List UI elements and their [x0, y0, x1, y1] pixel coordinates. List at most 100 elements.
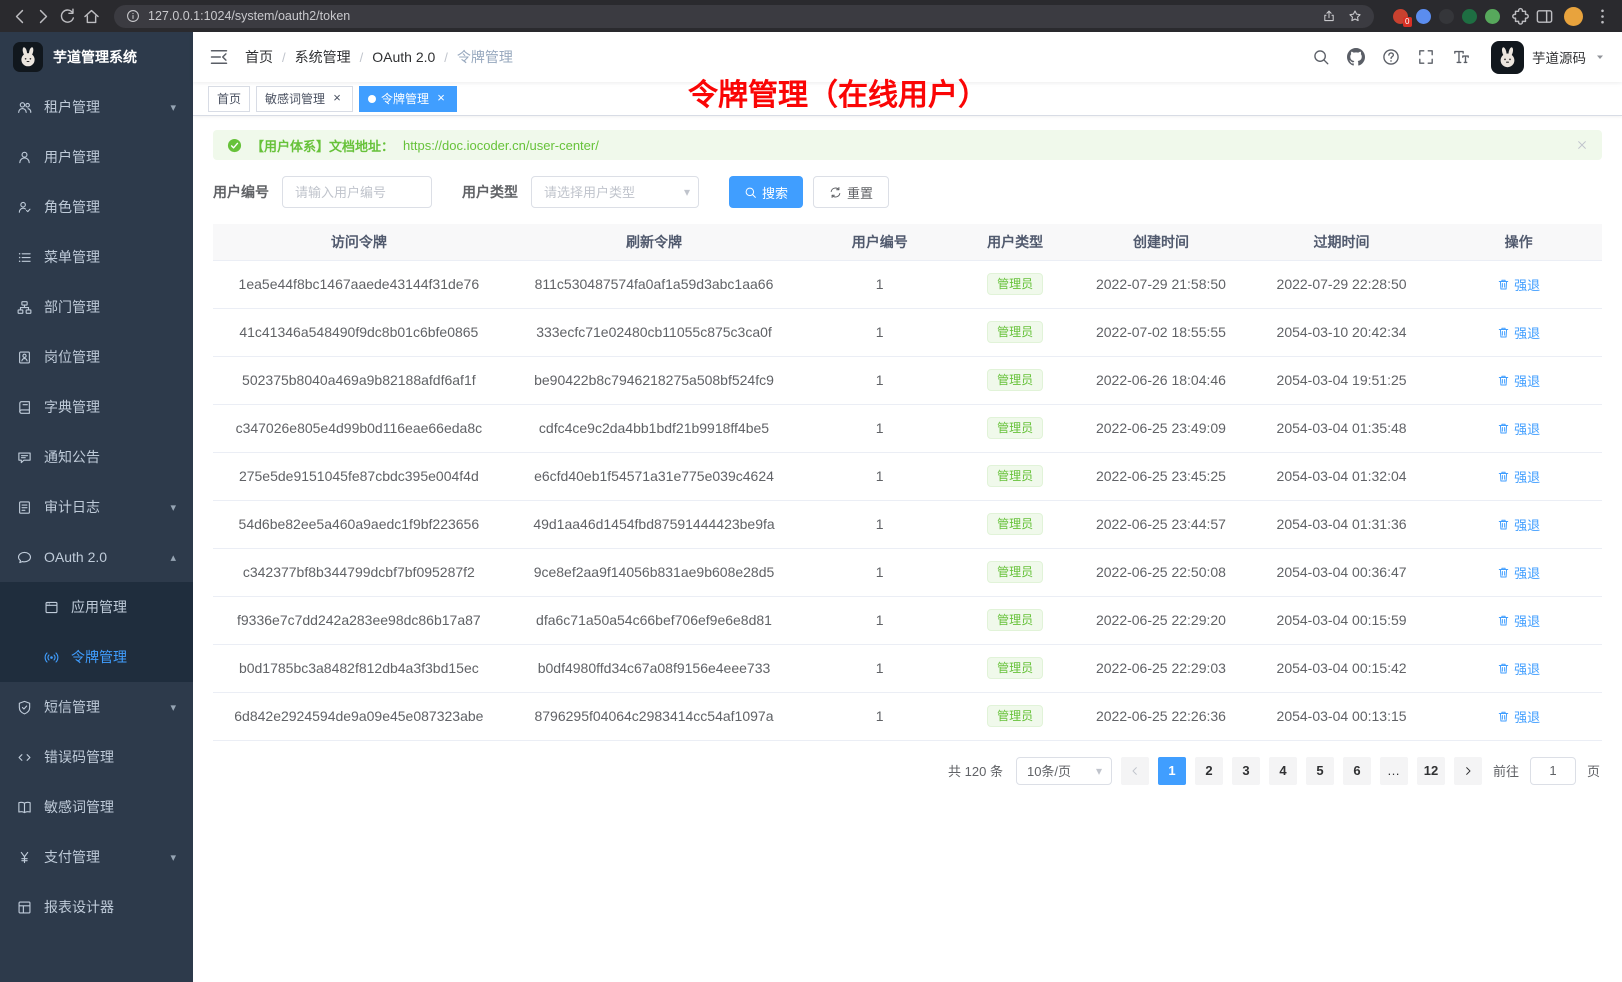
- breadcrumb-item[interactable]: 系统管理: [295, 47, 351, 67]
- delete-icon: [1497, 422, 1510, 435]
- search-icon[interactable]: [1312, 48, 1330, 66]
- user-type-badge: 管理员: [987, 465, 1043, 487]
- next-page-button[interactable]: [1454, 757, 1482, 785]
- refresh-token-cell: be90422b8c7946218275a508bf524fc9: [505, 356, 804, 404]
- force-logout-button[interactable]: 强退: [1497, 275, 1540, 294]
- side-panel-icon[interactable]: [1535, 7, 1554, 26]
- create-time-cell: 2022-06-25 23:44:57: [1074, 500, 1248, 548]
- force-logout-label: 强退: [1514, 707, 1540, 726]
- github-icon[interactable]: [1347, 48, 1365, 66]
- access-token-cell: 41c41346a548490f9dc8b01c6bfe0865: [213, 308, 505, 356]
- expire-time-cell: 2054-03-04 00:36:47: [1248, 548, 1436, 596]
- user-id-cell: 1: [803, 692, 956, 740]
- extensions-puzzle-icon[interactable]: [1511, 7, 1530, 26]
- sidebar-item[interactable]: OAuth 2.0 ▴: [0, 532, 193, 582]
- breadcrumb-item[interactable]: 首页: [245, 47, 273, 67]
- forward-icon[interactable]: [34, 7, 53, 26]
- sidebar-item[interactable]: 角色管理: [0, 182, 193, 232]
- tab[interactable]: 令牌管理 ×: [359, 86, 457, 112]
- force-logout-button[interactable]: 强退: [1497, 707, 1540, 726]
- sidebar-item[interactable]: 部门管理: [0, 282, 193, 332]
- force-logout-button[interactable]: 强退: [1497, 659, 1540, 678]
- font-size-icon[interactable]: [1452, 48, 1470, 66]
- sidebar-item[interactable]: 菜单管理: [0, 232, 193, 282]
- sidebar-item[interactable]: 岗位管理: [0, 332, 193, 382]
- force-logout-button[interactable]: 强退: [1497, 371, 1540, 390]
- force-logout-button[interactable]: 强退: [1497, 467, 1540, 486]
- page-button[interactable]: 12: [1417, 757, 1445, 785]
- search-button[interactable]: 搜索: [729, 176, 803, 208]
- sidebar-item[interactable]: 支付管理 ▾: [0, 832, 193, 882]
- page-button[interactable]: 1: [1158, 757, 1186, 785]
- sidebar-item-label: 短信管理: [44, 697, 100, 717]
- user-id-input[interactable]: [282, 176, 432, 208]
- extension-icon[interactable]: [1439, 9, 1454, 24]
- tab-close-icon[interactable]: ×: [330, 92, 344, 106]
- page-size-select[interactable]: 10条/页 ▾: [1016, 757, 1112, 785]
- profile-avatar[interactable]: [1564, 7, 1583, 26]
- page-button[interactable]: 2: [1195, 757, 1223, 785]
- alert-close-icon[interactable]: [1576, 139, 1588, 151]
- home-icon[interactable]: [82, 7, 101, 26]
- page-button[interactable]: 6: [1343, 757, 1371, 785]
- site-info-icon[interactable]: [126, 9, 140, 23]
- sidebar-item[interactable]: 错误码管理: [0, 732, 193, 782]
- delete-icon: [1497, 566, 1510, 579]
- access-token-cell: 6d842e2924594de9a09e45e087323abe: [213, 692, 505, 740]
- back-icon[interactable]: [10, 7, 29, 26]
- share-icon[interactable]: [1322, 9, 1336, 23]
- user-menu[interactable]: 芋道源码: [1491, 41, 1606, 74]
- tab[interactable]: 首页 ×: [208, 86, 250, 112]
- page-button[interactable]: 4: [1269, 757, 1297, 785]
- extension-icon[interactable]: [1485, 9, 1500, 24]
- sidebar-toggle-icon[interactable]: [209, 47, 229, 67]
- breadcrumb: 首页 / 系统管理 / OAuth 2.0 / 令牌管理: [245, 47, 513, 67]
- prev-page-button[interactable]: [1121, 757, 1149, 785]
- tab[interactable]: 敏感词管理 ×: [256, 86, 353, 112]
- force-logout-button[interactable]: 强退: [1497, 419, 1540, 438]
- force-logout-button[interactable]: 强退: [1497, 611, 1540, 630]
- access-token-cell: 1ea5e44f8bc1467aaede43144f31de76: [213, 260, 505, 308]
- extension-icon[interactable]: [1416, 9, 1431, 24]
- app-logo[interactable]: 芋道管理系统: [0, 32, 193, 82]
- user-type-badge: 管理员: [987, 369, 1043, 391]
- sidebar-item[interactable]: 通知公告: [0, 432, 193, 482]
- sidebar-item[interactable]: 报表设计器: [0, 882, 193, 932]
- extension-icon[interactable]: [1462, 9, 1477, 24]
- sidebar-item-label: 字典管理: [44, 397, 100, 417]
- sidebar-item[interactable]: 应用管理: [0, 582, 193, 632]
- breadcrumb-separator: /: [360, 50, 364, 65]
- tab-close-icon[interactable]: ×: [434, 92, 448, 106]
- user-id-form-item: 用户编号: [213, 176, 432, 208]
- doc-link[interactable]: https://doc.iocoder.cn/user-center/: [403, 138, 599, 153]
- create-time-cell: 2022-06-25 23:45:25: [1074, 452, 1248, 500]
- jump-page-input[interactable]: [1530, 757, 1576, 785]
- force-logout-button[interactable]: 强退: [1497, 323, 1540, 342]
- address-bar[interactable]: 127.0.0.1:1024/system/oauth2/token: [114, 5, 1374, 28]
- reset-button[interactable]: 重置: [813, 176, 889, 208]
- sidebar-item[interactable]: 字典管理: [0, 382, 193, 432]
- force-logout-button[interactable]: 强退: [1497, 515, 1540, 534]
- sidebar-item[interactable]: 审计日志 ▾: [0, 482, 193, 532]
- page-button[interactable]: …: [1380, 757, 1408, 785]
- sidebar-item[interactable]: 租户管理 ▾: [0, 82, 193, 132]
- create-time-cell: 2022-06-25 22:29:03: [1074, 644, 1248, 692]
- page-button[interactable]: 3: [1232, 757, 1260, 785]
- force-logout-button[interactable]: 强退: [1497, 563, 1540, 582]
- bookmark-star-icon[interactable]: [1348, 9, 1362, 23]
- sidebar-item[interactable]: 用户管理: [0, 132, 193, 182]
- reload-icon[interactable]: [58, 7, 77, 26]
- user-type-select[interactable]: [531, 176, 699, 208]
- browser-menu-icon[interactable]: [1593, 7, 1612, 26]
- sidebar-item[interactable]: 敏感词管理: [0, 782, 193, 832]
- sidebar-item[interactable]: 令牌管理: [0, 632, 193, 682]
- page-button[interactable]: 5: [1306, 757, 1334, 785]
- extension-icon[interactable]: 0: [1393, 9, 1408, 24]
- breadcrumb-item[interactable]: OAuth 2.0: [372, 49, 435, 65]
- fullscreen-icon[interactable]: [1417, 48, 1435, 66]
- action-cell: 强退: [1435, 308, 1602, 356]
- sidebar-item[interactable]: 短信管理 ▾: [0, 682, 193, 732]
- access-token-cell: 275e5de9151045fe87cbdc395e004f4d: [213, 452, 505, 500]
- action-cell: 强退: [1435, 452, 1602, 500]
- help-icon[interactable]: [1382, 48, 1400, 66]
